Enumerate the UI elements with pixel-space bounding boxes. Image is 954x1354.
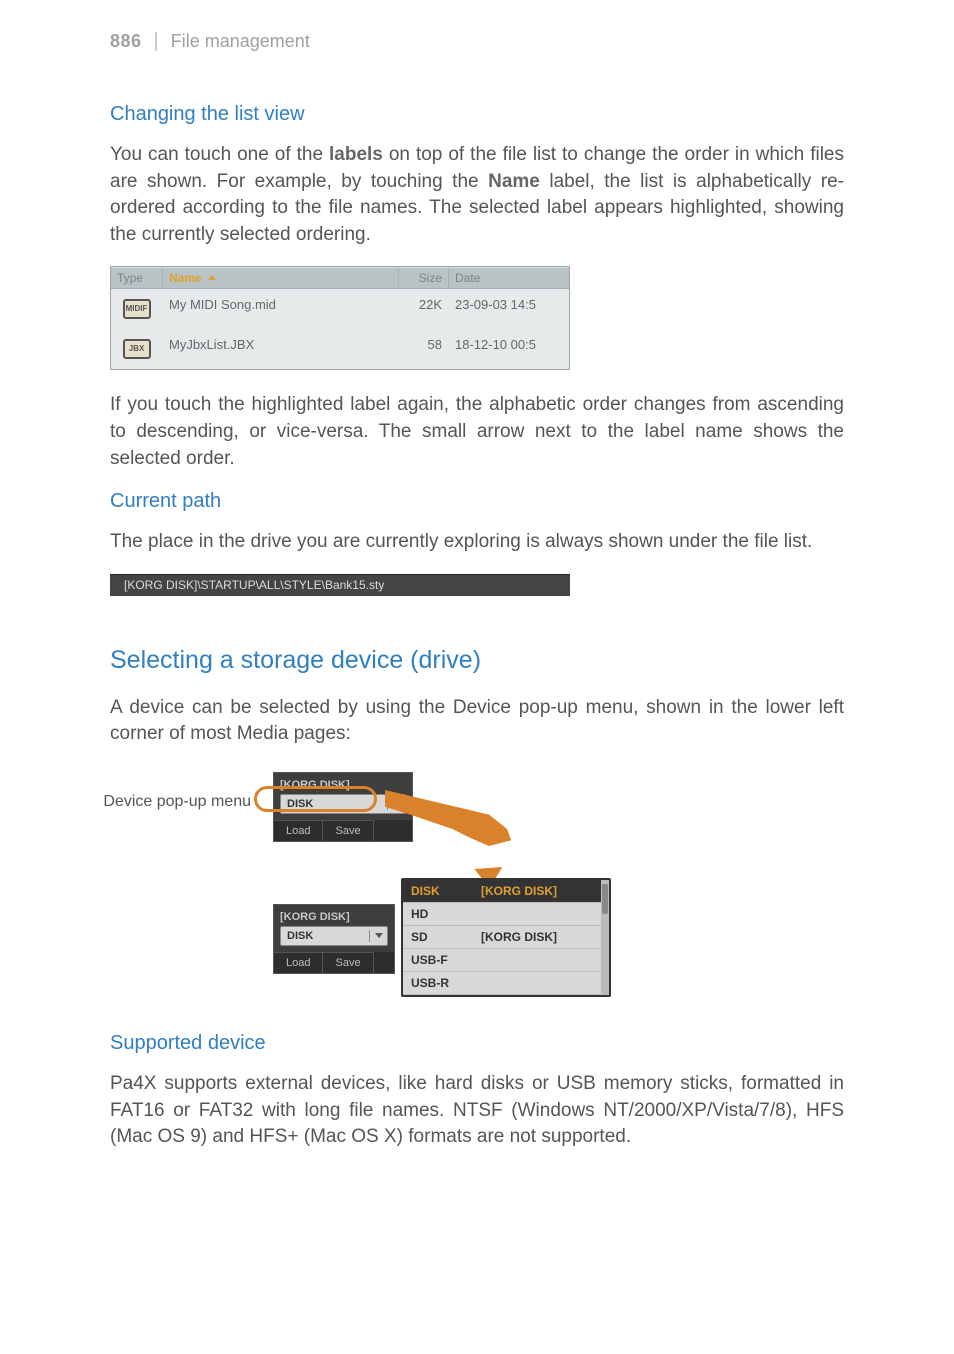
file-list-header: Type Name Size Date [111, 267, 569, 289]
dropdown-item-left: USB-F [411, 953, 481, 967]
chevron-down-icon [369, 930, 387, 942]
jbx-file-icon: JBX [123, 339, 151, 359]
tab-load[interactable]: Load [274, 952, 323, 973]
paragraph-sortorder: If you touch the highlighted label again… [110, 392, 844, 472]
paragraph-supported: Pa4X supports external devices, like har… [110, 1071, 844, 1151]
device-select[interactable]: DISK [280, 926, 388, 946]
device-popup-box-bottom: [KORG DISK] DISK Load Save [273, 904, 395, 974]
heading-selecting-device: Selecting a storage device (drive) [110, 646, 844, 675]
file-icon-cell: MIDIF [111, 289, 163, 329]
file-date-cell: 18-12-10 00:5 [449, 329, 569, 369]
dropdown-item-right: [KORG DISK] [481, 930, 601, 944]
paragraph-currentpath: The place in the drive you are currently… [110, 529, 844, 556]
media-tabs: Load Save [274, 952, 394, 973]
heading-current-path: Current path [110, 490, 844, 513]
tab-save[interactable]: Save [323, 820, 373, 841]
dropdown-item-usbf[interactable]: USB-F [403, 949, 609, 972]
text: You can touch one of the [110, 144, 329, 165]
col-header-size[interactable]: Size [399, 267, 449, 289]
file-name-cell: MyJbxList.JBX [163, 329, 399, 369]
device-popup-figure: Device pop-up menu [KORG DISK] DISK Load… [105, 766, 645, 996]
midi-file-icon: MIDIF [123, 299, 151, 319]
heading-supported-device: Supported device [110, 1032, 844, 1055]
file-size-cell: 58 [399, 329, 449, 369]
file-size-cell: 22K [399, 289, 449, 329]
tab-save[interactable]: Save [323, 952, 373, 973]
file-row[interactable]: JBX MyJbxList.JBX 58 18-12-10 00:5 [111, 329, 569, 369]
page-number: 886 [110, 31, 142, 52]
col-header-type[interactable]: Type [111, 267, 163, 289]
name-word: Name [488, 171, 540, 192]
file-row[interactable]: MIDIF My MIDI Song.mid 22K 23-09-03 14:5 [111, 289, 569, 329]
header-section: File management [171, 31, 310, 52]
dropdown-item-right: [KORG DISK] [481, 884, 601, 898]
device-dropdown-list: DISK [KORG DISK] HD SD [KORG DISK] USB-F… [401, 878, 611, 997]
file-list-screenshot: Type Name Size Date MIDIF My MIDI Song.m… [110, 266, 570, 370]
file-name-cell: My MIDI Song.mid [163, 289, 399, 329]
page-header: 886 | File management [110, 30, 844, 53]
dropdown-item-disk[interactable]: DISK [KORG DISK] [403, 880, 609, 903]
labels-word: labels [329, 144, 383, 165]
path-bar: [KORG DISK]\STARTUP\ALL\STYLE\Bank15.sty [110, 574, 570, 596]
dropdown-item-right [481, 976, 601, 990]
dropdown-item-left: USB-R [411, 976, 481, 990]
dropdown-item-left: SD [411, 930, 481, 944]
file-icon-cell: JBX [111, 329, 163, 369]
callout-arrow [385, 790, 515, 850]
paragraph-listview: You can touch one of the labels on top o… [110, 142, 844, 248]
file-date-cell: 23-09-03 14:5 [449, 289, 569, 329]
dropdown-item-sd[interactable]: SD [KORG DISK] [403, 926, 609, 949]
device-label: [KORG DISK] [280, 911, 388, 923]
col-header-name[interactable]: Name [163, 267, 399, 289]
tab-load[interactable]: Load [274, 820, 323, 841]
dropdown-item-left: HD [411, 907, 481, 921]
arrow-body [385, 790, 515, 846]
figure-caption: Device pop-up menu [101, 792, 251, 813]
header-divider: | [154, 30, 159, 53]
dropdown-item-usbr[interactable]: USB-R [403, 972, 609, 995]
paragraph-devicepopup: A device can be selected by using the De… [110, 695, 844, 748]
dropdown-scrollbar[interactable] [601, 880, 609, 995]
col-header-date[interactable]: Date [449, 267, 569, 289]
dropdown-item-right [481, 953, 601, 967]
heading-changing-list-view: Changing the list view [110, 103, 844, 126]
device-select-text: DISK [281, 798, 387, 810]
dropdown-item-left: DISK [411, 884, 481, 898]
dropdown-item-right [481, 907, 601, 921]
dropdown-item-hd[interactable]: HD [403, 903, 609, 926]
device-select-text: DISK [281, 930, 369, 942]
